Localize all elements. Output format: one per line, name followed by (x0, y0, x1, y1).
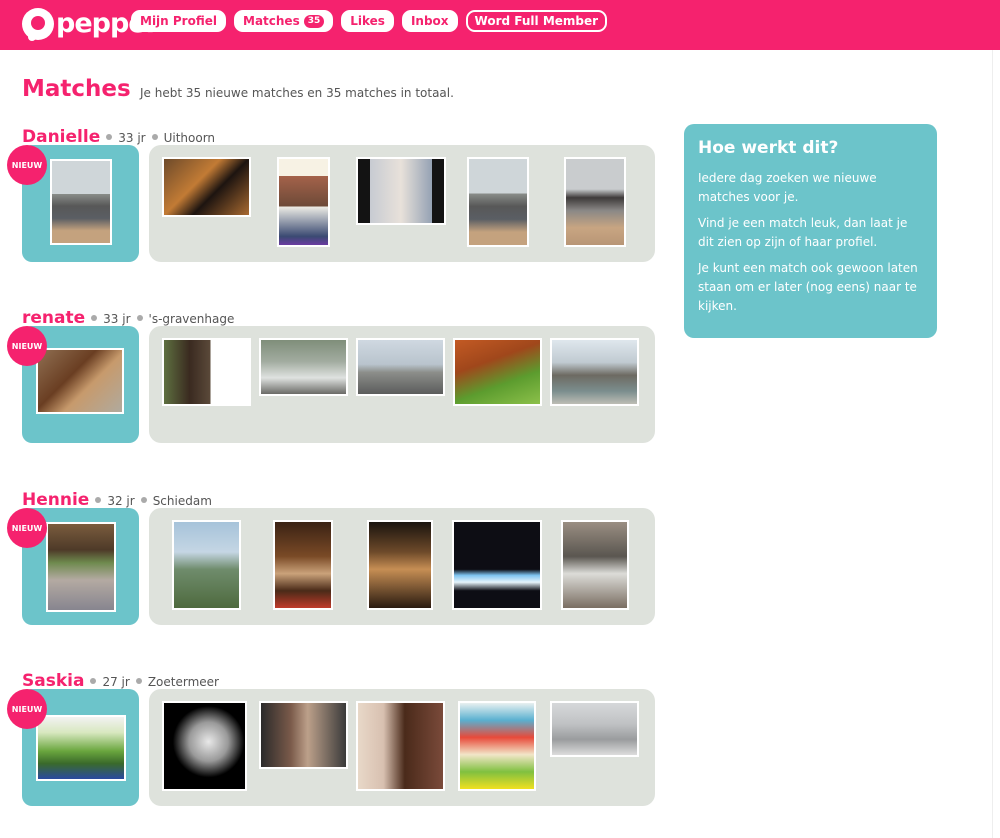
nav-inbox[interactable]: Inbox (401, 10, 458, 32)
gallery-photo[interactable] (162, 701, 247, 791)
match-city: Schiedam (152, 494, 212, 508)
help-text-3: Je kunt een match ook gewoon laten staan… (698, 261, 918, 313)
help-panel: Hoe werkt dit? Iedere dag zoeken we nieu… (684, 124, 937, 338)
nav-matches[interactable]: Matches 35 (234, 10, 334, 32)
gallery-photo[interactable] (458, 701, 536, 791)
gallery-photo[interactable] (356, 157, 446, 225)
separator-dot (151, 134, 158, 140)
match-header: Danielle 33 jr Uithoorn (22, 127, 215, 147)
match-age: 32 jr (107, 494, 135, 508)
gallery-photo[interactable] (550, 338, 639, 406)
nav-word-full-member[interactable]: Word Full Member (465, 10, 608, 32)
profile-photo[interactable] (36, 715, 126, 781)
separator-dot (136, 315, 143, 321)
new-badge: NIEUW (7, 689, 47, 729)
photo-gallery (149, 326, 655, 443)
gallery-photo[interactable] (561, 520, 629, 610)
separator-dot (140, 497, 147, 503)
logo-mark-icon (22, 8, 54, 40)
match-item: Saskia 27 jr Zoetermeer NIEUW (7, 671, 657, 821)
help-text-2: Vind je een match leuk, dan laat je dit … (698, 216, 908, 249)
new-badge: NIEUW (7, 508, 47, 548)
gallery-photo[interactable] (467, 157, 529, 247)
matches-count-badge: 35 (303, 14, 325, 28)
match-age: 27 jr (102, 675, 130, 689)
gallery-photo[interactable] (162, 157, 251, 217)
scrollbar[interactable] (992, 50, 1000, 838)
help-text-1: Iedere dag zoeken we nieuwe matches voor… (698, 171, 877, 204)
help-title: Hoe werkt dit? (698, 138, 839, 158)
profile-card[interactable]: NIEUW (7, 689, 139, 806)
gallery-photo[interactable] (452, 520, 542, 610)
new-badge: NIEUW (7, 326, 47, 366)
top-bar: pepper Mijn Profiel Matches 35 Likes Inbo… (0, 0, 1000, 50)
gallery-photo[interactable] (564, 157, 626, 247)
gallery-photo[interactable] (172, 520, 241, 610)
separator-dot (106, 134, 113, 140)
profile-card[interactable]: NIEUW (7, 508, 139, 625)
gallery-photo[interactable] (453, 338, 542, 406)
profile-photo[interactable] (36, 348, 124, 414)
gallery-photo[interactable] (259, 701, 348, 769)
separator-dot (135, 678, 142, 684)
match-city: 's-gravenhage (148, 312, 235, 326)
profile-photo[interactable] (50, 159, 112, 245)
new-badge: NIEUW (7, 145, 47, 185)
match-item: Danielle 33 jr Uithoorn NIEUW (7, 127, 657, 277)
gallery-photo[interactable] (259, 338, 348, 396)
gallery-photo[interactable] (367, 520, 433, 610)
photo-gallery (149, 508, 655, 625)
match-city: Zoetermeer (147, 675, 219, 689)
separator-dot (91, 315, 98, 321)
profile-card[interactable]: NIEUW (7, 145, 139, 262)
nav-likes[interactable]: Likes (341, 10, 394, 32)
main-nav: Mijn Profiel Matches 35 Likes Inbox Word … (131, 10, 608, 32)
match-name-link[interactable]: Saskia (22, 671, 84, 691)
photo-gallery (149, 689, 655, 806)
match-header: renate 33 jr 's-gravenhage (22, 308, 234, 328)
page-subtitle: Je hebt 35 nieuwe matches en 35 matches … (140, 86, 454, 100)
gallery-photo[interactable] (273, 520, 333, 610)
separator-dot (90, 678, 97, 684)
nav-mijn-profiel[interactable]: Mijn Profiel (131, 10, 226, 32)
match-age: 33 jr (103, 312, 131, 326)
match-name-link[interactable]: Hennie (22, 490, 89, 510)
profile-card[interactable]: NIEUW (7, 326, 139, 443)
match-age: 33 jr (118, 131, 146, 145)
match-city: Uithoorn (163, 131, 216, 145)
photo-gallery (149, 145, 655, 262)
match-item: renate 33 jr 's-gravenhage NIEUW (7, 308, 657, 458)
profile-photo[interactable] (46, 522, 116, 612)
gallery-photo[interactable] (356, 701, 445, 791)
separator-dot (95, 497, 102, 503)
gallery-photo[interactable] (277, 157, 330, 247)
gallery-photo[interactable] (550, 701, 639, 757)
match-name-link[interactable]: renate (22, 308, 85, 328)
match-header: Saskia 27 jr Zoetermeer (22, 671, 219, 691)
match-item: Hennie 32 jr Schiedam NIEUW (7, 490, 657, 640)
page-title: Matches (22, 76, 131, 102)
match-name-link[interactable]: Danielle (22, 127, 100, 147)
gallery-photo[interactable] (356, 338, 445, 396)
gallery-photo[interactable] (162, 338, 251, 406)
match-header: Hennie 32 jr Schiedam (22, 490, 212, 510)
